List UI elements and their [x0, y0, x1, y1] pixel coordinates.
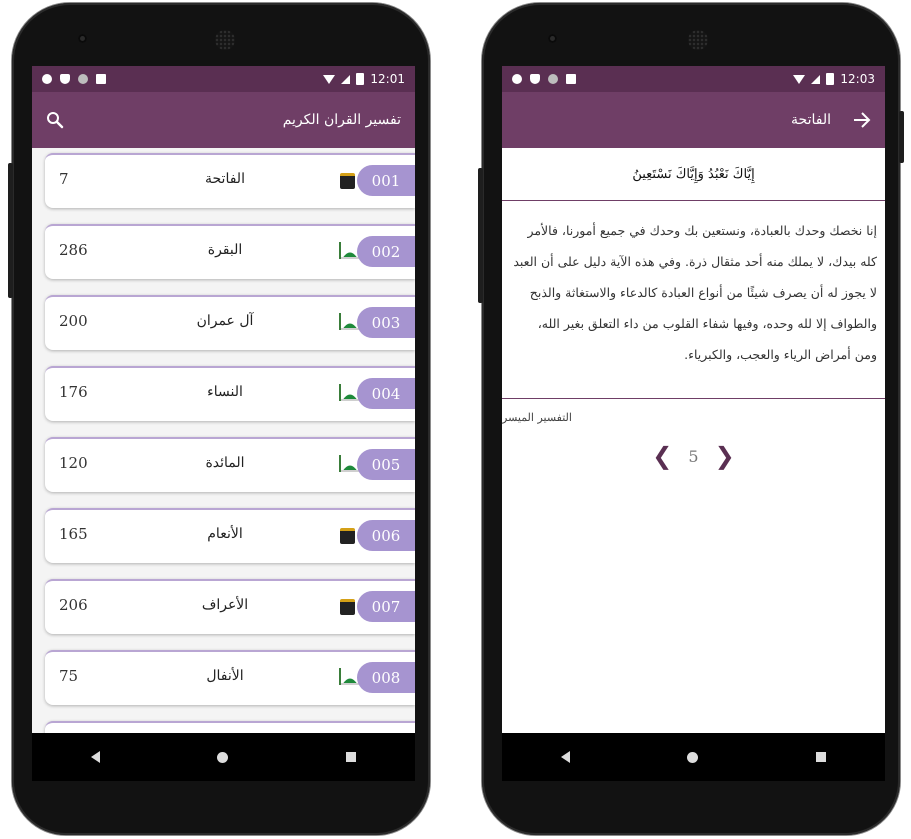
- nav-recents-icon[interactable]: [816, 752, 827, 762]
- verse-count: 120: [59, 454, 88, 472]
- status-bar: 12:03: [502, 66, 885, 92]
- phone-frame-right: 12:03 الفاتحة إِيَّاكَ نَعْبُدُ وَإِيَّا…: [478, 3, 904, 835]
- nav-recents-icon[interactable]: [346, 752, 357, 762]
- surah-row[interactable]: 120 المائدة 005: [45, 437, 415, 492]
- dot-status-icon: [548, 74, 558, 84]
- surah-row[interactable]: 129009: [45, 721, 415, 733]
- screen-tafsir: 12:03 الفاتحة إِيَّاكَ نَعْبُدُ وَإِيَّا…: [502, 66, 885, 733]
- surah-number-badge: 005: [357, 449, 415, 480]
- status-time: 12:01: [370, 72, 405, 86]
- nav-home-icon[interactable]: [217, 751, 229, 763]
- surah-row[interactable]: 206 الأعراف 007: [45, 579, 415, 634]
- verse-count: 206: [59, 596, 88, 614]
- volume-button: [478, 168, 483, 303]
- surah-number-badge: 004: [357, 378, 415, 409]
- surah-number-badge: 002: [357, 236, 415, 267]
- sdcard-status-icon: [566, 74, 576, 84]
- status-bar: 12:01: [32, 66, 415, 92]
- surah-number-badge: 003: [357, 307, 415, 338]
- tafsir-text: إنا نخصك وحدك بالعبادة، ونستعين بك وحدك …: [502, 201, 885, 399]
- mosque-icon: [339, 242, 359, 259]
- dot-status-icon: [78, 74, 88, 84]
- status-time: 12:03: [840, 72, 875, 86]
- app-bar: الفاتحة: [502, 92, 885, 148]
- surah-number-badge: 007: [357, 591, 415, 622]
- surah-list: 7 الفاتحة 001 286 البقرة 002 200 آل عمران 003 176…: [32, 148, 415, 733]
- verse-count: 176: [59, 383, 88, 401]
- kaaba-icon: [340, 599, 355, 615]
- nav-back-icon[interactable]: [560, 751, 570, 763]
- nav-bar: [502, 733, 885, 781]
- verse-count: 200: [59, 312, 88, 330]
- verse-count: 7: [59, 170, 69, 188]
- shield-status-icon: [60, 74, 70, 84]
- surah-row[interactable]: 286 البقرة 002: [45, 224, 415, 279]
- mosque-icon: [339, 668, 359, 685]
- phone-frame-left: 12:01 تفسير القران الكريم 7 الفاتحة 001 286…: [8, 3, 430, 835]
- earpiece-speaker: [688, 30, 708, 50]
- earpiece-speaker: [215, 30, 235, 50]
- front-camera: [548, 34, 557, 43]
- surah-title: الفاتحة: [791, 112, 831, 128]
- search-icon[interactable]: [46, 111, 64, 129]
- power-button: [899, 111, 904, 163]
- battery-icon: [356, 73, 365, 85]
- tafsir-source: التفسير الميسر: [502, 411, 572, 424]
- chevron-right-icon[interactable]: ❯: [715, 442, 735, 470]
- battery-icon: [826, 73, 835, 85]
- sdcard-status-icon: [96, 74, 106, 84]
- pager: ❮ 5 ❯: [502, 442, 885, 470]
- volume-button: [8, 163, 13, 298]
- kaaba-icon: [340, 173, 355, 189]
- surah-number-badge: 006: [357, 520, 415, 551]
- surah-number-badge: 001: [357, 165, 415, 196]
- arrow-right-icon[interactable]: [853, 112, 871, 128]
- surah-row[interactable]: 200 آل عمران 003: [45, 295, 415, 350]
- nav-home-icon[interactable]: [687, 751, 699, 763]
- signal-icon: [811, 74, 821, 84]
- kaaba-icon: [340, 528, 355, 544]
- wifi-icon: [323, 74, 336, 84]
- signal-icon: [341, 74, 351, 84]
- shield-status-icon: [530, 74, 540, 84]
- settings-status-icon: [512, 74, 522, 84]
- verse-count: 165: [59, 525, 88, 543]
- surah-row[interactable]: 75 الأنفال 008: [45, 650, 415, 705]
- verse-count: 286: [59, 241, 88, 259]
- screen-surah-list: 12:01 تفسير القران الكريم 7 الفاتحة 001 286…: [32, 66, 415, 733]
- app-bar: تفسير القران الكريم: [32, 92, 415, 148]
- surah-name: آل عمران: [196, 313, 254, 329]
- surah-name: الفاتحة: [205, 171, 245, 187]
- surah-row[interactable]: 165 الأنعام 006: [45, 508, 415, 563]
- nav-back-icon[interactable]: [90, 751, 100, 763]
- surah-name: النساء: [207, 384, 243, 400]
- surah-name: الأنفال: [206, 668, 244, 684]
- surah-row[interactable]: 7 الفاتحة 001: [45, 153, 415, 208]
- surah-name: المائدة: [205, 455, 245, 471]
- chevron-left-icon[interactable]: ❮: [652, 442, 672, 470]
- surah-name: الأعراف: [201, 597, 249, 613]
- wifi-icon: [793, 74, 806, 84]
- surah-row[interactable]: 176 النساء 004: [45, 366, 415, 421]
- surah-number-badge: 008: [357, 662, 415, 693]
- settings-status-icon: [42, 74, 52, 84]
- nav-bar: [32, 733, 415, 781]
- front-camera: [78, 34, 87, 43]
- verse-count: 75: [59, 667, 79, 685]
- surah-name: البقرة: [207, 242, 243, 258]
- page-number: 5: [688, 446, 699, 466]
- mosque-icon: [339, 384, 359, 401]
- mosque-icon: [339, 455, 359, 472]
- surah-name: الأنعام: [207, 526, 243, 542]
- app-title: تفسير القران الكريم: [282, 112, 401, 128]
- mosque-icon: [339, 313, 359, 330]
- verse-text: إِيَّاكَ نَعْبُدُ وَإِيَّاكَ نَسْتَعِينُ: [502, 148, 885, 201]
